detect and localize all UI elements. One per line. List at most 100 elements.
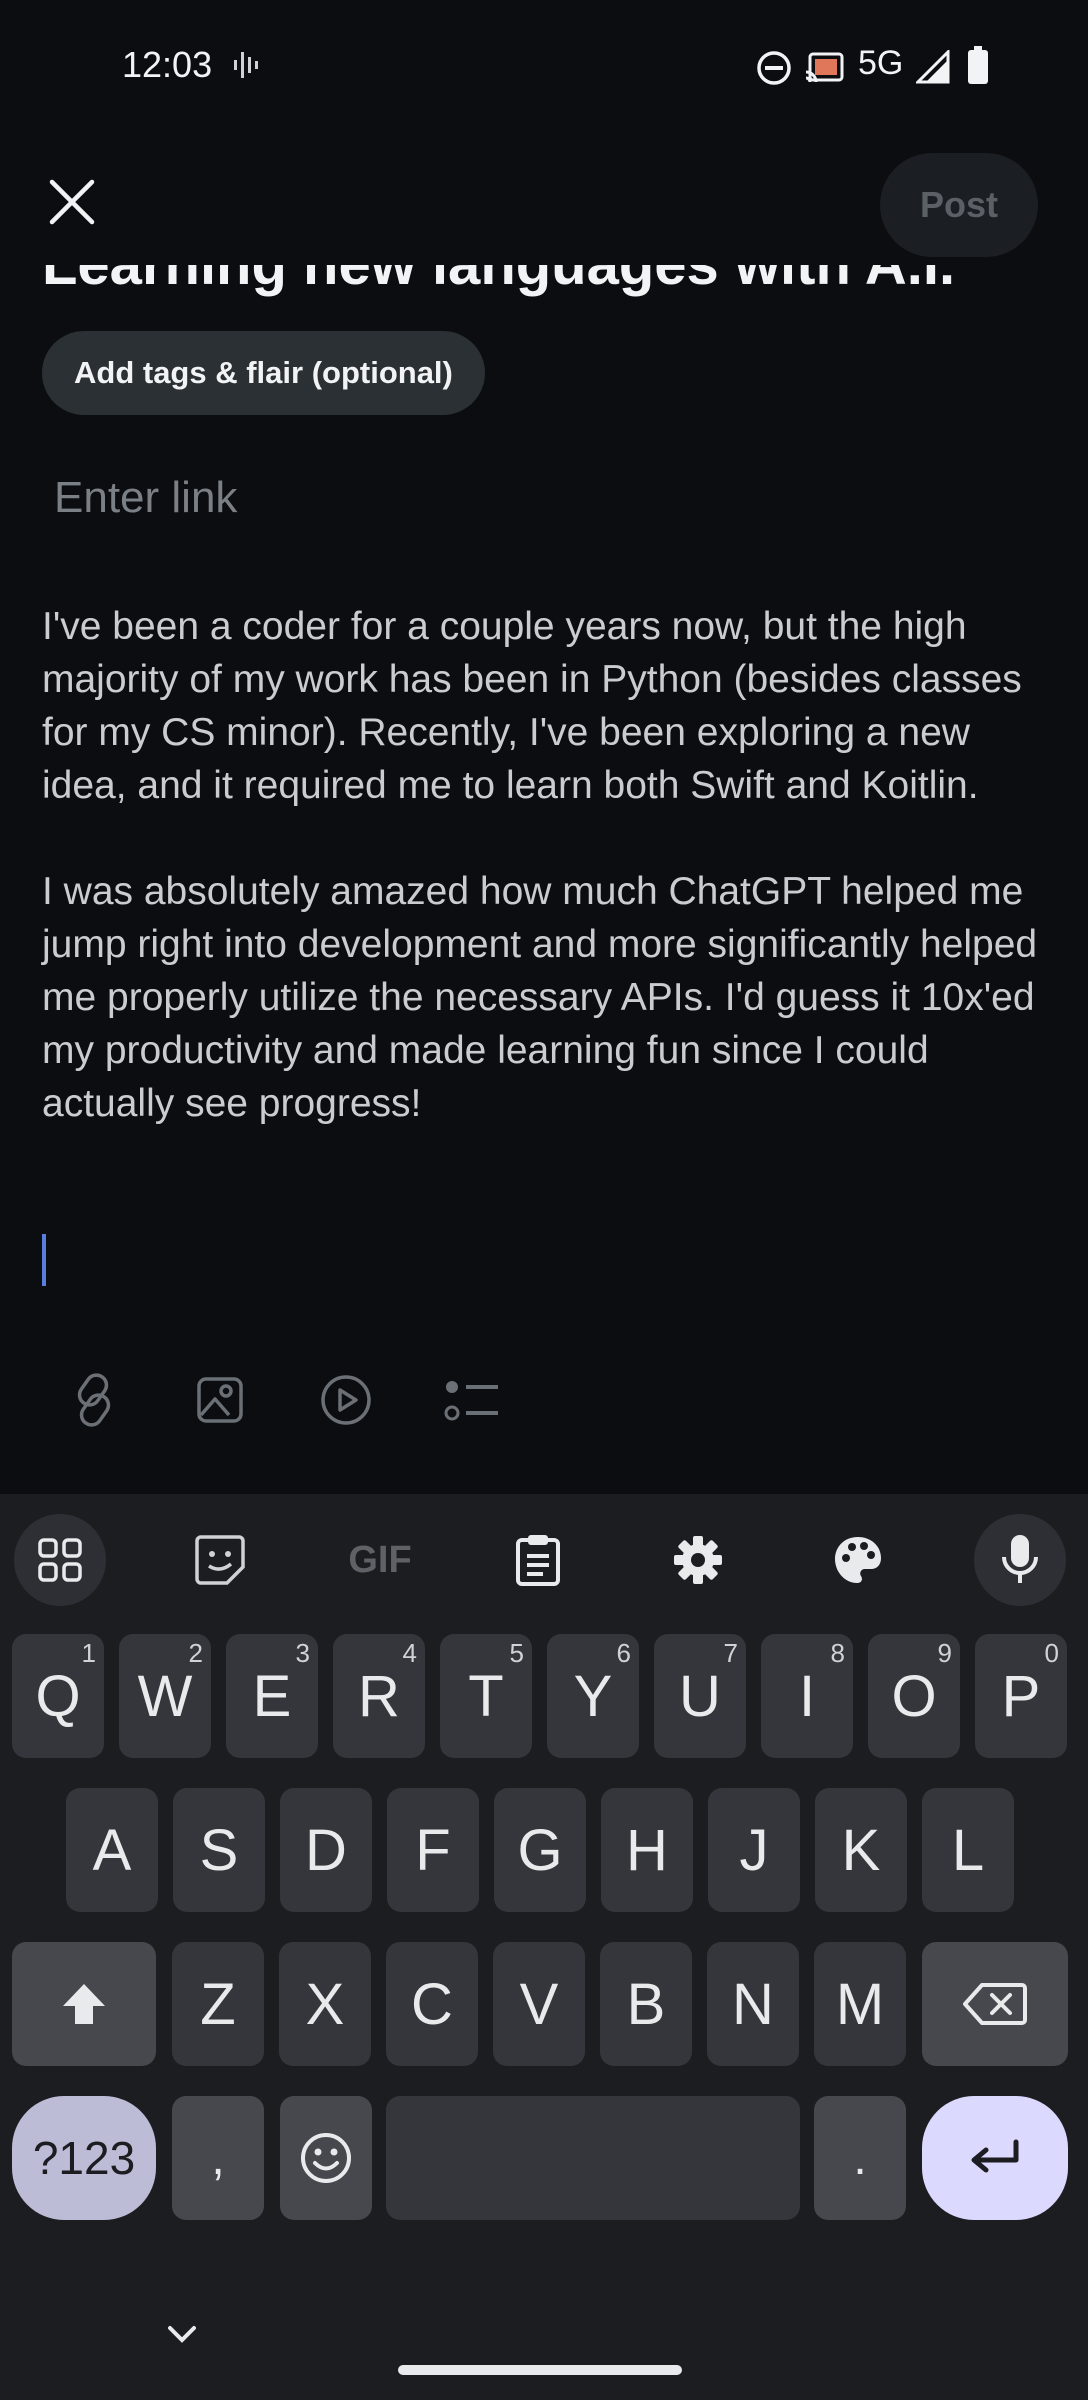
body-paragraph: I've been a coder for a couple years now…	[42, 605, 1022, 807]
image-icon	[197, 1377, 243, 1423]
link-input[interactable]	[52, 462, 1016, 534]
key-w[interactable]: W2	[119, 1634, 211, 1758]
do-not-disturb-icon	[757, 51, 791, 85]
backspace-key[interactable]	[922, 1942, 1068, 2066]
period-key[interactable]: .	[814, 2096, 906, 2220]
key-h[interactable]: H	[601, 1788, 693, 1912]
key-x[interactable]: X	[279, 1942, 371, 2066]
key-label: A	[92, 1817, 132, 1883]
key-label: P	[1001, 1663, 1041, 1729]
key-j[interactable]: J	[708, 1788, 800, 1912]
text-cursor	[42, 1234, 46, 1286]
enter-key[interactable]	[922, 2096, 1068, 2220]
link-icon	[77, 1373, 111, 1427]
key-l[interactable]: L	[922, 1788, 1014, 1912]
voice-activity-icon	[234, 52, 258, 78]
key-label: F	[415, 1817, 451, 1883]
post-title: Learning new languages with A.I.	[42, 265, 955, 298]
keyboard: G I F Q 1 W 2 E 3 R 4 T 5 Y 6 U 7 I 8 O 9 …	[0, 1494, 1088, 2400]
close-icon	[49, 179, 95, 225]
key-label: M	[835, 1971, 885, 2037]
clipboard-icon	[516, 1535, 560, 1586]
enter-icon	[971, 2139, 1019, 2173]
voice-input-button[interactable]	[974, 1514, 1066, 1606]
key-label: O	[891, 1663, 937, 1729]
key-label: Z	[200, 1971, 236, 2037]
insert-video-button[interactable]	[316, 1360, 376, 1440]
insert-image-button[interactable]	[190, 1360, 250, 1440]
key-c[interactable]: C	[386, 1942, 478, 2066]
insert-list-button[interactable]	[440, 1360, 504, 1440]
key-u[interactable]: U7	[654, 1634, 746, 1758]
shift-key[interactable]	[12, 1942, 156, 2066]
keyboard-settings-button[interactable]	[652, 1514, 744, 1606]
key-label: J	[739, 1817, 769, 1883]
cast-icon	[805, 52, 844, 83]
hide-keyboard-chevron-icon[interactable]	[162, 2320, 202, 2350]
key-i[interactable]: I8	[761, 1634, 853, 1758]
key-s[interactable]: S	[173, 1788, 265, 1912]
key-number-hint: 0	[1044, 1638, 1059, 1668]
key-label: S	[199, 1817, 239, 1883]
key-q[interactable]: Q1	[12, 1634, 104, 1758]
key-y[interactable]: Y6	[547, 1634, 639, 1758]
key-f[interactable]: F	[387, 1788, 479, 1912]
key-v[interactable]: V	[493, 1942, 585, 2066]
key-e[interactable]: E3	[226, 1634, 318, 1758]
keyboard-apps-button[interactable]	[14, 1514, 106, 1606]
key-label: X	[305, 1971, 345, 2037]
key-number-hint: 3	[295, 1638, 310, 1668]
close-button[interactable]	[40, 170, 104, 234]
symbols-key[interactable]: ?123	[12, 2096, 156, 2220]
key-n[interactable]: N	[707, 1942, 799, 2066]
gif-button[interactable]: GIF	[332, 1514, 428, 1606]
post-body-field[interactable]: I've been a coder for a couple years now…	[42, 600, 1052, 1183]
key-label: T	[468, 1663, 504, 1729]
key-t[interactable]: T5	[440, 1634, 532, 1758]
key-label: U	[679, 1663, 721, 1729]
comma-key[interactable]: ,	[172, 2096, 264, 2220]
apps-grid-icon	[38, 1538, 82, 1582]
key-label: Y	[573, 1663, 613, 1729]
battery-icon	[968, 46, 988, 84]
network-type: 5G	[858, 44, 904, 82]
key-label: I	[798, 1663, 816, 1729]
key-number-hint: 4	[402, 1638, 417, 1668]
space-key[interactable]	[386, 2096, 800, 2220]
backspace-icon	[963, 1983, 1027, 2025]
status-bar: 12:03 5G	[0, 0, 1088, 130]
key-b[interactable]: B	[600, 1942, 692, 2066]
key-o[interactable]: O9	[868, 1634, 960, 1758]
emoji-key[interactable]	[280, 2096, 372, 2220]
key-z[interactable]: Z	[172, 1942, 264, 2066]
key-number-hint: 5	[509, 1638, 524, 1668]
key-number-hint: 2	[188, 1638, 203, 1668]
sticker-icon	[195, 1535, 245, 1585]
key-m[interactable]: M	[814, 1942, 906, 2066]
key-g[interactable]: G	[494, 1788, 586, 1912]
insert-link-button[interactable]	[64, 1360, 124, 1440]
key-number-hint: 1	[81, 1638, 96, 1668]
settings-icon	[674, 1536, 722, 1584]
sticker-button[interactable]	[174, 1514, 266, 1606]
theme-button[interactable]	[812, 1514, 904, 1606]
post-button[interactable]: Post	[880, 153, 1038, 257]
key-label: W	[137, 1663, 193, 1729]
key-label: N	[732, 1971, 774, 2037]
key-a[interactable]: A	[66, 1788, 158, 1912]
key-label: K	[841, 1817, 881, 1883]
key-d[interactable]: D	[280, 1788, 372, 1912]
key-label: D	[305, 1817, 347, 1883]
post-title-field[interactable]: Learning new languages with A.I.	[0, 265, 1088, 305]
key-label: B	[626, 1971, 666, 2037]
add-tags-button[interactable]: Add tags & flair (optional)	[42, 331, 485, 415]
key-label: C	[411, 1971, 453, 2037]
key-k[interactable]: K	[815, 1788, 907, 1912]
key-r[interactable]: R4	[333, 1634, 425, 1758]
key-p[interactable]: P0	[975, 1634, 1067, 1758]
clipboard-button[interactable]	[492, 1514, 584, 1606]
key-label: R	[358, 1663, 400, 1729]
key-number-hint: 8	[830, 1638, 845, 1668]
emoji-icon	[301, 2133, 351, 2183]
home-indicator[interactable]	[398, 2365, 682, 2375]
